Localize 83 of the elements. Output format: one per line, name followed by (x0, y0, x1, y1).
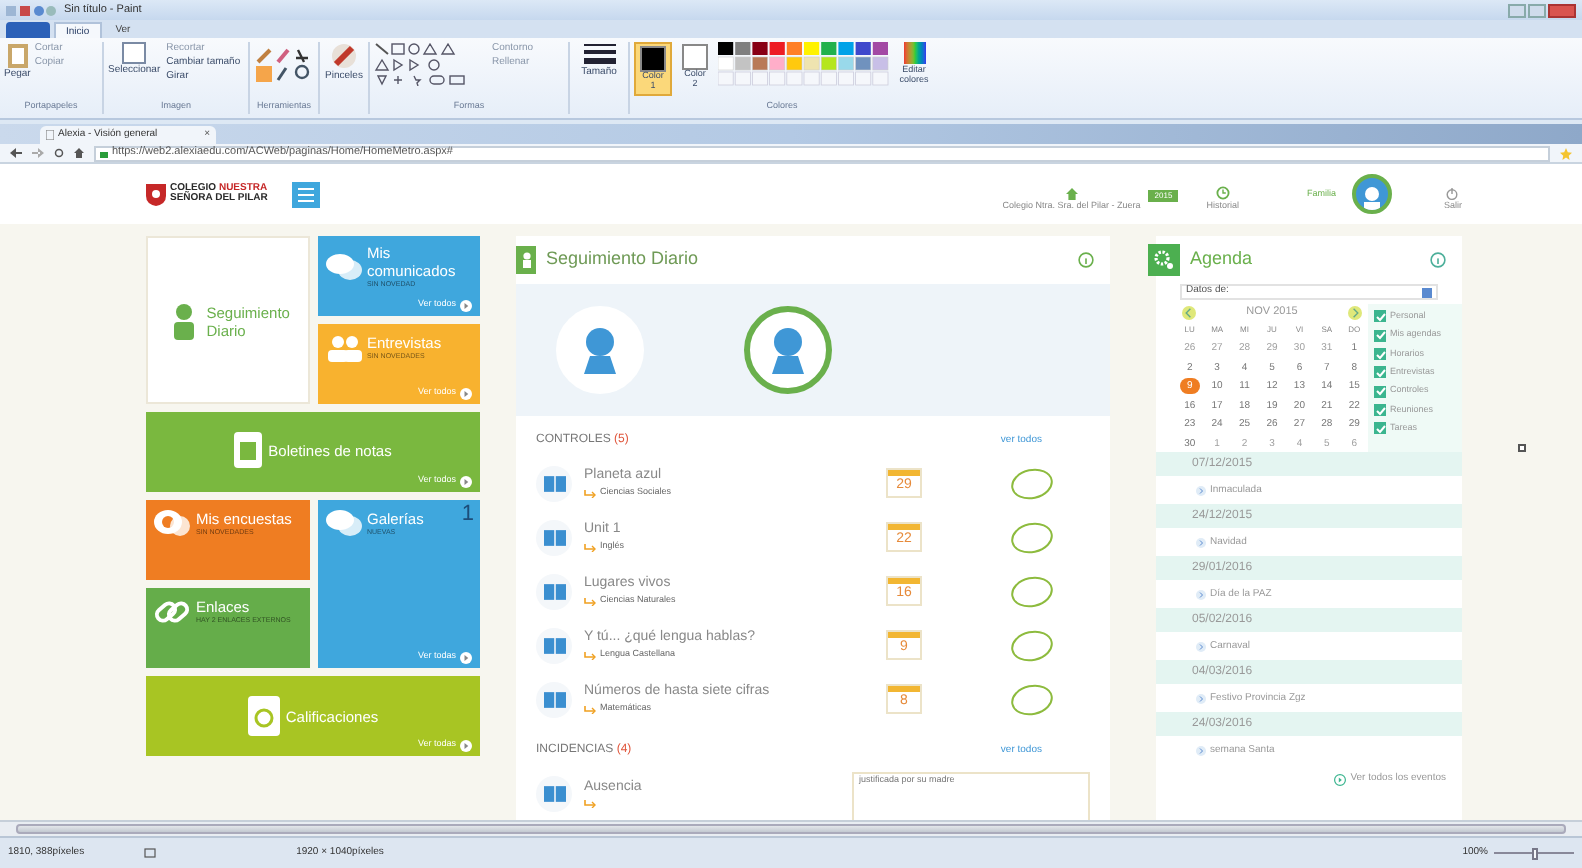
book-icon (543, 583, 565, 599)
child-icon (580, 326, 620, 374)
crest-icon (146, 183, 166, 205)
settings-icon (1154, 250, 1174, 270)
link-icon (154, 596, 190, 628)
menu-button[interactable] (291, 181, 320, 207)
checkbox[interactable] (1374, 348, 1386, 361)
return-arrow-icon (584, 705, 596, 714)
panel-title: Agenda (1190, 246, 1253, 273)
arrow-circle-icon (460, 299, 472, 312)
back-icon (10, 148, 22, 158)
return-arrow-icon (584, 799, 596, 808)
page-icon (46, 130, 54, 140)
count-label: 1 (461, 502, 474, 526)
tools-drawing (256, 46, 312, 82)
quick-access-icons (6, 3, 58, 17)
user-avatar[interactable] (1351, 174, 1392, 214)
chat-icon (325, 508, 361, 540)
book-icon (543, 691, 565, 707)
person-icon (521, 252, 531, 268)
lock-icon (100, 148, 108, 158)
line-width-icon (583, 42, 615, 66)
chevron-circle-icon (1196, 693, 1206, 704)
people-icon (325, 332, 361, 364)
return-arrow-icon (584, 489, 596, 498)
return-arrow-icon (584, 543, 596, 552)
zoom-slider[interactable] (1494, 847, 1574, 859)
book-icon (543, 529, 565, 545)
history-icon (1215, 186, 1230, 201)
chevron-circle-icon (1196, 589, 1206, 600)
checkbox[interactable] (1374, 329, 1386, 342)
color-spectrum-icon (903, 42, 925, 64)
book-icon (543, 637, 565, 653)
hand-drawn-circle-icon (1010, 521, 1054, 553)
clipboard-icon (7, 42, 28, 68)
chevron-circle-icon (1196, 641, 1206, 652)
book-icon (543, 785, 565, 801)
return-arrow-icon (584, 651, 596, 660)
hand-drawn-circle-icon (1010, 467, 1054, 499)
panel-title: Seguimiento Diario (546, 246, 699, 273)
brush-icon (330, 42, 358, 70)
child-icon (768, 326, 808, 374)
document-icon (234, 432, 263, 468)
arrow-circle-icon (460, 651, 472, 664)
maximize-button[interactable] (1528, 3, 1546, 17)
previous-month-icon (1182, 305, 1196, 320)
checkbox[interactable] (1374, 310, 1386, 323)
chat-icon (154, 508, 190, 540)
close-button[interactable] (1548, 3, 1576, 17)
selection-rectangle-icon (122, 42, 147, 64)
minimize-button[interactable] (1508, 3, 1526, 17)
return-arrow-icon (584, 597, 596, 606)
chevron-circle-icon (1196, 745, 1206, 756)
student-avatar[interactable] (744, 306, 832, 394)
arrow-circle-icon (460, 387, 472, 400)
chat-icon (325, 251, 361, 283)
hand-drawn-circle-icon (1010, 683, 1054, 715)
power-icon (1446, 188, 1459, 201)
info-icon (1078, 252, 1094, 268)
arrow-circle-icon (1334, 774, 1347, 786)
checkbox[interactable] (1374, 422, 1386, 435)
next-month-icon (1348, 305, 1362, 320)
slider-thumb[interactable] (1531, 847, 1537, 859)
arrow-circle-icon (460, 739, 472, 752)
checkbox[interactable] (1374, 385, 1386, 398)
resize-handle-icon[interactable] (1518, 444, 1526, 452)
hand-drawn-circle-icon (1010, 575, 1054, 607)
horizontal-scrollbar[interactable] (0, 820, 1582, 836)
home-icon (74, 148, 84, 158)
forward-icon (32, 148, 44, 158)
checkbox[interactable] (1374, 404, 1386, 417)
chevron-circle-icon (1196, 485, 1206, 496)
person-icon (1361, 186, 1382, 210)
reload-icon (54, 148, 64, 158)
checkbox[interactable] (1374, 366, 1386, 379)
hand-drawn-circle-icon (1010, 629, 1054, 661)
selection-size-icon (144, 848, 157, 858)
arrow-circle-icon (460, 475, 472, 488)
star-icon (1560, 147, 1572, 159)
chevron-circle-icon (1196, 537, 1206, 548)
book-icon (543, 475, 565, 491)
info-icon (1430, 252, 1446, 268)
certificate-icon (247, 696, 280, 736)
